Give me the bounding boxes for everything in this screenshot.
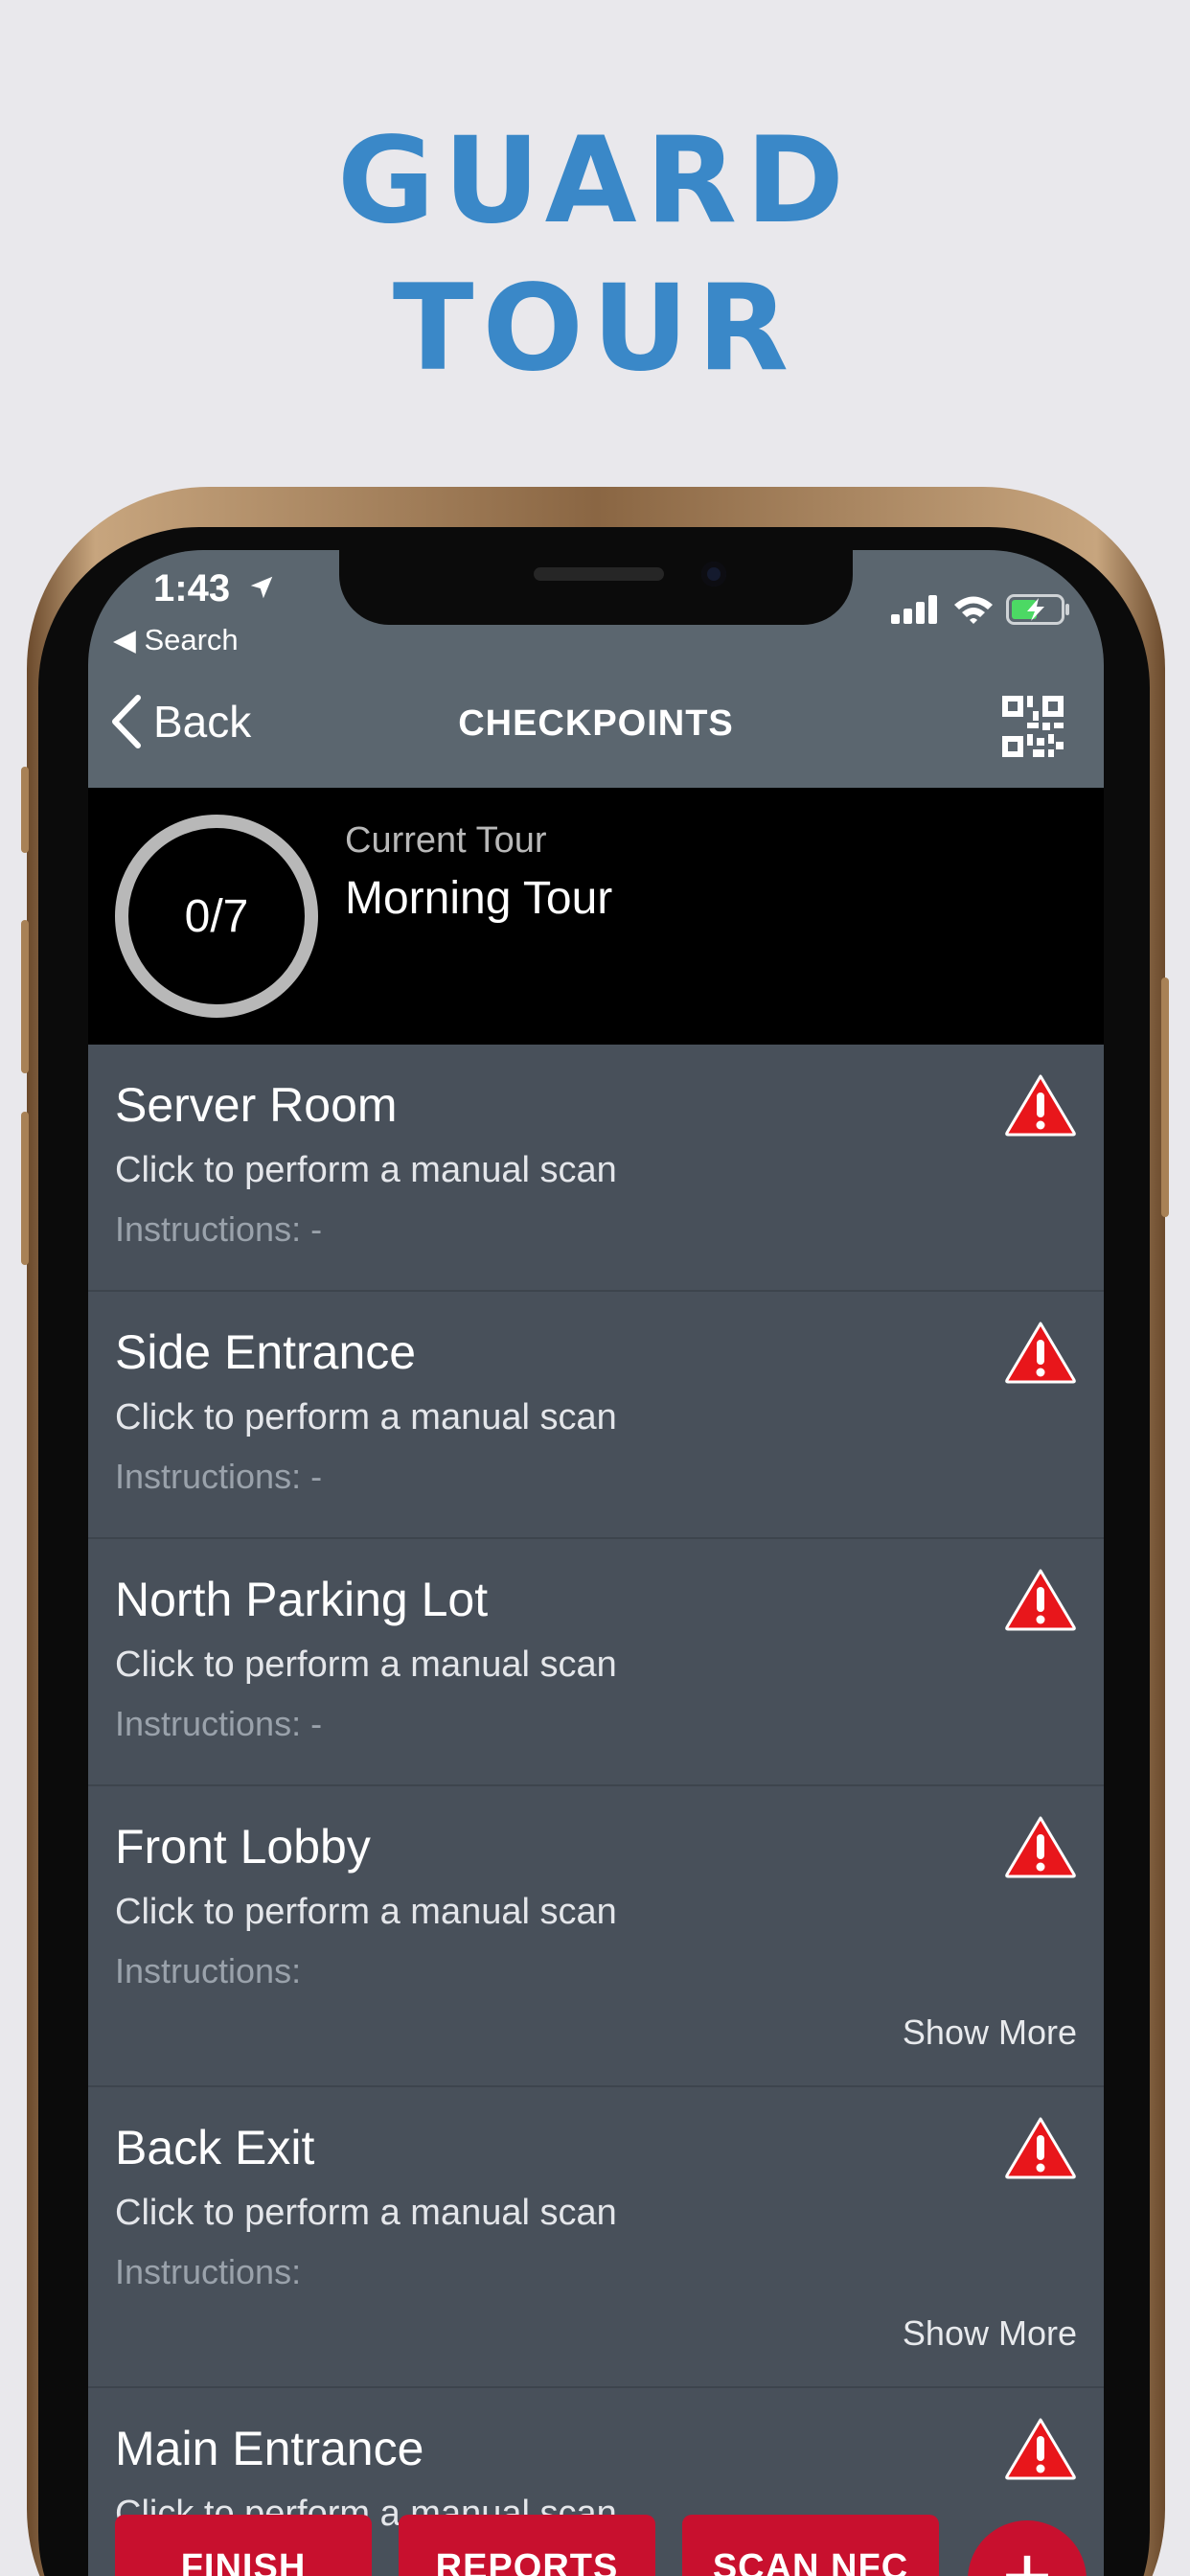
warning-icon bbox=[1005, 1074, 1076, 1137]
front-camera bbox=[701, 562, 726, 586]
checkpoint-instructions: Instructions: bbox=[115, 1951, 302, 1990]
warning-icon bbox=[1005, 1322, 1076, 1384]
checkpoint-item-front-lobby[interactable]: Front Lobby Click to perform a manual sc… bbox=[88, 1786, 1104, 2087]
checkpoint-scan-hint: Click to perform a manual scan bbox=[115, 1892, 617, 1932]
warning-icon bbox=[1005, 1816, 1076, 1878]
phone-notch bbox=[339, 550, 853, 625]
checkpoint-instructions: Instructions: bbox=[115, 2252, 302, 2291]
checkpoint-list: Server Room Click to perform a manual sc… bbox=[88, 1045, 1104, 2576]
earpiece bbox=[534, 567, 664, 581]
scan-nfc-button[interactable]: SCAN NFC bbox=[682, 2515, 939, 2576]
page-title: CHECKPOINTS bbox=[458, 703, 734, 744]
warning-icon bbox=[1005, 1569, 1076, 1631]
power-button bbox=[1161, 978, 1169, 1217]
checkpoint-instructions: Instructions: - bbox=[115, 1209, 323, 1249]
current-tour-label: Current Tour bbox=[345, 820, 547, 861]
page-headline: GUARD TOUR bbox=[0, 107, 1190, 402]
reports-button[interactable]: REPORTS bbox=[399, 2515, 655, 2576]
status-icons bbox=[891, 594, 1071, 625]
checkpoint-title: Front Lobby bbox=[115, 1820, 371, 1874]
headline-line-2: TOUR bbox=[392, 260, 798, 398]
checkpoint-instructions: Instructions: - bbox=[115, 1457, 323, 1496]
checkpoint-scan-hint: Click to perform a manual scan bbox=[115, 2193, 617, 2233]
checkpoint-item-north-parking-lot[interactable]: North Parking Lot Click to perform a man… bbox=[88, 1539, 1104, 1786]
checkpoint-item-server-room[interactable]: Server Room Click to perform a manual sc… bbox=[88, 1045, 1104, 1292]
headline-line-1: GUARD bbox=[336, 112, 854, 250]
status-time: 1:43 bbox=[153, 567, 231, 610]
finish-button[interactable]: FINISH bbox=[115, 2515, 372, 2576]
mute-switch bbox=[21, 767, 29, 853]
qr-code-icon[interactable] bbox=[1002, 696, 1064, 757]
show-more-link[interactable]: Show More bbox=[903, 2012, 1077, 2053]
checkpoint-title: Main Entrance bbox=[115, 2422, 424, 2475]
show-more-link[interactable]: Show More bbox=[903, 2313, 1077, 2354]
volume-down-button bbox=[21, 1112, 29, 1265]
checkpoint-scan-hint: Click to perform a manual scan bbox=[115, 1644, 617, 1685]
checkpoint-instructions: Instructions: - bbox=[115, 1704, 323, 1743]
checkpoint-item-side-entrance[interactable]: Side Entrance Click to perform a manual … bbox=[88, 1292, 1104, 1539]
volume-up-button bbox=[21, 920, 29, 1073]
battery-charging-icon bbox=[1006, 594, 1069, 625]
checkpoint-scan-hint: Click to perform a manual scan bbox=[115, 1150, 617, 1190]
warning-icon bbox=[1005, 2117, 1076, 2179]
phone-screen: 1:43 ◀ Search Back CHECKPOINTS 0/7 Curre… bbox=[88, 550, 1104, 2576]
signal-icon bbox=[891, 595, 937, 624]
checkpoint-title: North Parking Lot bbox=[115, 1573, 489, 1626]
wifi-icon bbox=[954, 596, 993, 624]
checkpoint-item-back-exit[interactable]: Back Exit Click to perform a manual scan… bbox=[88, 2087, 1104, 2388]
current-tour-name: Morning Tour bbox=[345, 873, 613, 924]
tour-progress-count: 0/7 bbox=[184, 890, 249, 942]
location-arrow-icon bbox=[250, 576, 273, 599]
back-to-search-link[interactable]: ◀ Search bbox=[113, 623, 239, 657]
tour-progress-ring: 0/7 bbox=[115, 815, 318, 1018]
warning-icon bbox=[1005, 2418, 1076, 2480]
checkpoint-scan-hint: Click to perform a manual scan bbox=[115, 1397, 617, 1438]
checkpoint-title: Server Room bbox=[115, 1078, 398, 1132]
checkpoint-title: Side Entrance bbox=[115, 1325, 417, 1379]
checkpoint-title: Back Exit bbox=[115, 2121, 315, 2174]
current-tour-panel: 0/7 Current Tour Morning Tour bbox=[88, 788, 1104, 1045]
